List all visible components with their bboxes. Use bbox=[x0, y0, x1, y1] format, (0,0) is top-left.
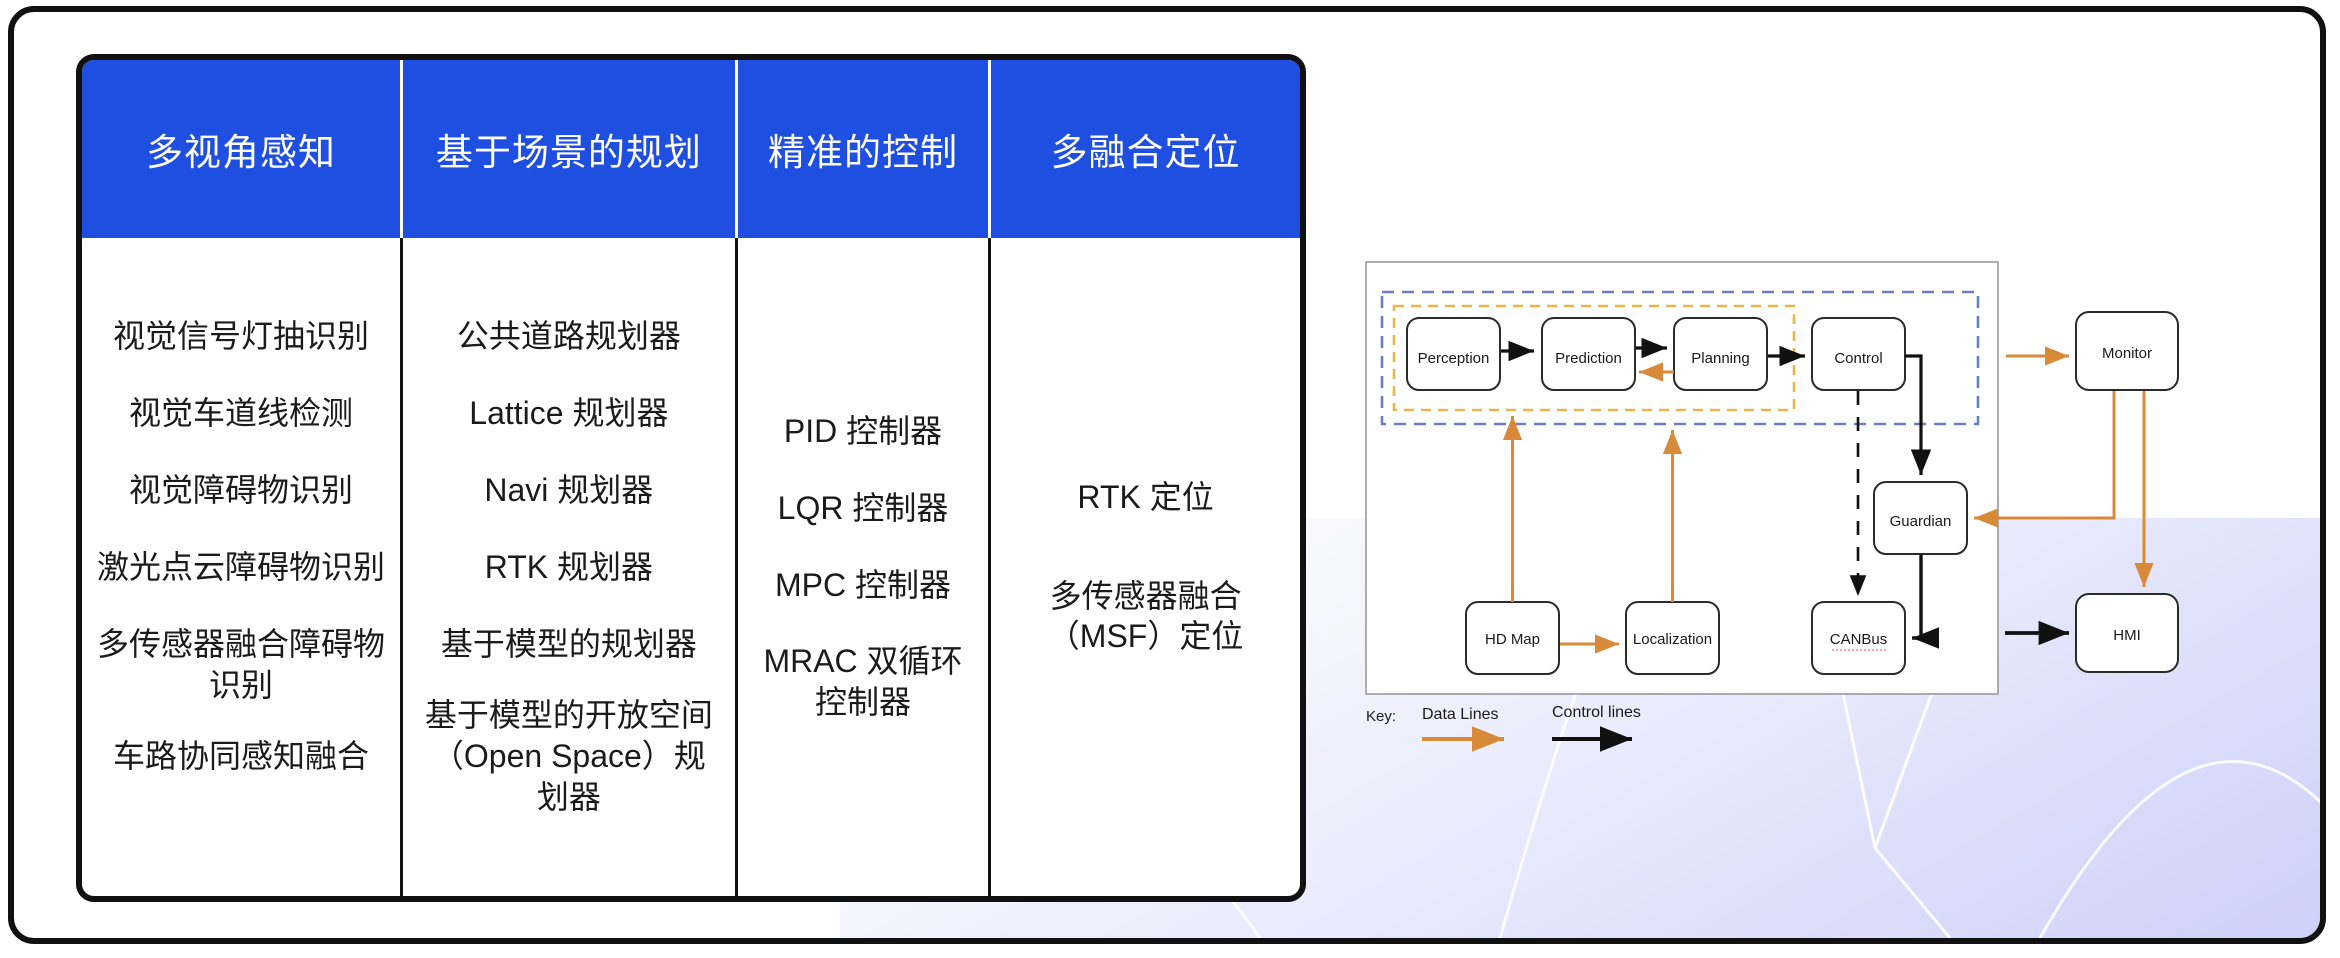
list-item: RTK 规划器 bbox=[484, 548, 654, 585]
node-label: Control bbox=[1834, 350, 1882, 367]
list-item: 多传感器融合障碍物识别 bbox=[96, 625, 385, 703]
list-item: 公共道路规划器 bbox=[456, 318, 681, 354]
node-control[interactable]: Control bbox=[1811, 317, 1906, 391]
slide-frame: 多视角感知 基于场景的规划 精准的控制 多融合定位 视觉信号灯抽识别 视觉车道线… bbox=[8, 6, 2326, 944]
node-prediction[interactable]: Prediction bbox=[1541, 317, 1636, 391]
key-data-lines-label: Data Lines bbox=[1422, 706, 1499, 723]
list-item: 视觉信号灯抽识别 bbox=[112, 318, 369, 354]
list-item: PID 控制器 bbox=[783, 412, 943, 449]
list-item: RTK 定位 bbox=[1077, 478, 1214, 515]
key-control-lines-label: Control lines bbox=[1552, 704, 1641, 721]
list-item: MRAC 双循环控制器 bbox=[763, 643, 963, 721]
list-item: Lattice 规划器 bbox=[469, 394, 669, 431]
column-body-perception: 视觉信号灯抽识别 视觉车道线检测 视觉障碍物识别 激光点云障碍物识别 多传感器融… bbox=[82, 238, 400, 896]
node-perception[interactable]: Perception bbox=[1406, 317, 1501, 391]
column-body-localization: RTK 定位 多传感器融合（MSF）定位 bbox=[988, 238, 1300, 896]
column-body-control: PID 控制器 LQR 控制器 MPC 控制器 MRAC 双循环控制器 bbox=[734, 238, 988, 896]
node-canbus[interactable]: CANBus bbox=[1811, 601, 1906, 675]
column-header-perception: 多视角感知 bbox=[145, 132, 336, 173]
node-guardian[interactable]: Guardian bbox=[1873, 481, 1968, 555]
column-body-planning: 公共道路规划器 Lattice 规划器 Navi 规划器 RTK 规划器 基于模… bbox=[399, 238, 735, 896]
node-hmi[interactable]: HMI bbox=[2075, 593, 2179, 673]
table-body-row: 视觉信号灯抽识别 视觉车道线检测 视觉障碍物识别 激光点云障碍物识别 多传感器融… bbox=[82, 238, 1300, 896]
list-item: MPC 控制器 bbox=[774, 566, 951, 603]
node-label: Guardian bbox=[1890, 513, 1952, 530]
column-header-control: 精准的控制 bbox=[734, 60, 988, 238]
node-label: HMI bbox=[2113, 627, 2141, 644]
capability-table: 多视角感知 基于场景的规划 精准的控制 多融合定位 视觉信号灯抽识别 视觉车道线… bbox=[76, 54, 1306, 902]
list-item: LQR 控制器 bbox=[777, 489, 949, 526]
node-label: HD Map bbox=[1485, 631, 1540, 648]
list-item: 基于模型的规划器 bbox=[440, 625, 697, 662]
node-label: Localization bbox=[1633, 631, 1712, 648]
architecture-diagram-svg: Perception Prediction Planning Control G… bbox=[1365, 261, 2179, 752]
node-hd-map[interactable]: HD Map bbox=[1465, 601, 1560, 675]
list-item: Navi 规划器 bbox=[484, 471, 654, 508]
node-label: CANBus bbox=[1830, 631, 1888, 648]
table-header-row: 多视角感知 基于场景的规划 精准的控制 多融合定位 bbox=[82, 60, 1300, 238]
list-item: 视觉障碍物识别 bbox=[128, 471, 353, 508]
node-label: Perception bbox=[1418, 350, 1490, 367]
column-header-planning: 基于场景的规划 bbox=[399, 60, 735, 238]
node-planning[interactable]: Planning bbox=[1673, 317, 1768, 391]
list-item: 基于模型的开放空间（Open Space）规划器 bbox=[424, 696, 713, 815]
column-header-localization: 多融合定位 bbox=[988, 60, 1300, 238]
node-localization[interactable]: Localization bbox=[1625, 601, 1720, 675]
list-item: 视觉车道线检测 bbox=[128, 394, 353, 431]
key-label: Key: bbox=[1366, 708, 1396, 725]
node-label: Monitor bbox=[2102, 345, 2152, 362]
node-monitor[interactable]: Monitor bbox=[2075, 311, 2179, 391]
list-item: 激光点云障碍物识别 bbox=[96, 548, 385, 585]
node-label: Prediction bbox=[1555, 350, 1622, 367]
list-item: 多传感器融合（MSF）定位 bbox=[1047, 577, 1244, 655]
list-item: 车路协同感知融合 bbox=[112, 737, 369, 774]
architecture-diagram: Perception Prediction Planning Control G… bbox=[1354, 244, 2314, 764]
node-label: Planning bbox=[1691, 350, 1749, 367]
